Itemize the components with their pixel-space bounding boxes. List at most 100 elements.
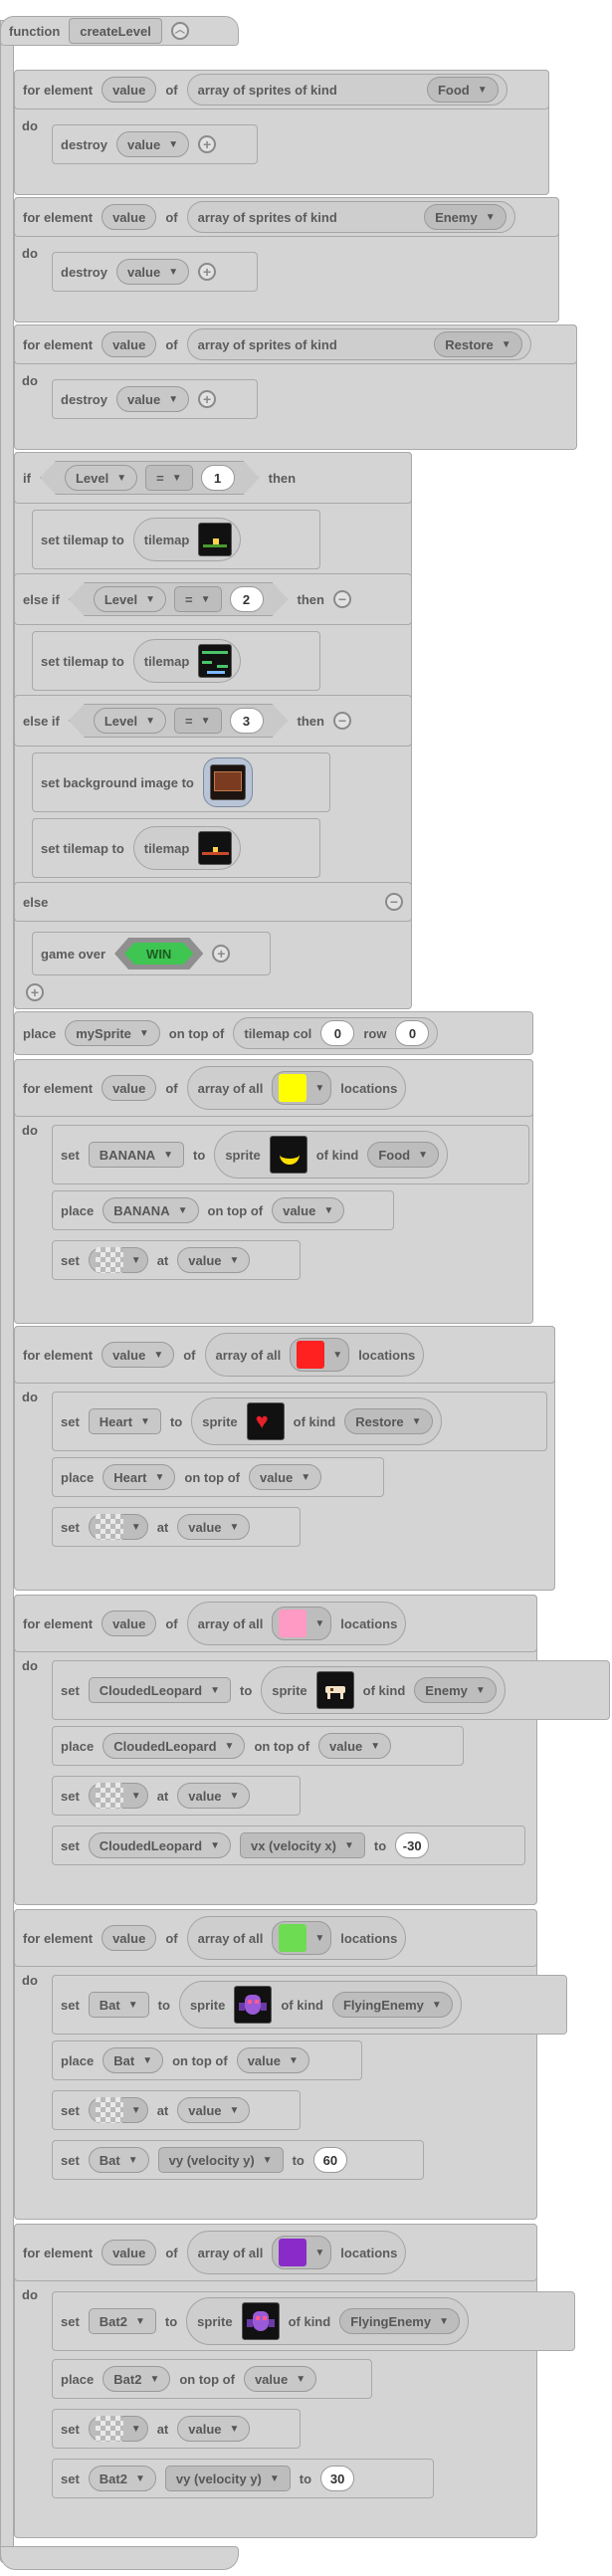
array-of-all-locations-block[interactable]: array of all ▼ locations bbox=[204, 1333, 425, 1377]
set-tilemap-statement[interactable]: set tilemap to tilemap bbox=[32, 510, 320, 569]
array-of-all-locations-block[interactable]: array of all ▼ locations bbox=[186, 1602, 407, 1645]
tile-picker-dropdown[interactable]: ▼ bbox=[88, 1514, 148, 1540]
set-sprite-statement[interactable]: set Heart ▼ to sprite ♥ of kind Restore ▼ bbox=[52, 1392, 547, 1451]
for-element-header[interactable]: for element value of array of all ▼ loca… bbox=[14, 1595, 537, 1652]
value-dropdown[interactable]: value ▼ bbox=[177, 1783, 251, 1809]
value-dropdown[interactable]: value ▼ bbox=[177, 1514, 251, 1540]
for-element-header[interactable]: for element value of array of sprites of… bbox=[14, 197, 559, 237]
kind-dropdown[interactable]: Food ▼ bbox=[367, 1142, 440, 1168]
sprite-variable-dropdown[interactable]: Bat ▼ bbox=[102, 2047, 164, 2073]
array-of-all-locations-block[interactable]: array of all ▼ locations bbox=[186, 1066, 407, 1110]
image-block[interactable] bbox=[202, 757, 253, 807]
set-sprite-statement[interactable]: set Bat ▼ to sprite of kind FlyingEnemy ▼ bbox=[52, 1975, 567, 2035]
value-dropdown[interactable]: value ▼ bbox=[115, 259, 190, 285]
tile-picker-dropdown[interactable]: ▼ bbox=[272, 2236, 332, 2269]
for-element-header[interactable]: for element value ▼ of array of all ▼ loc… bbox=[14, 1326, 555, 1384]
create-sprite-block[interactable]: sprite ♥ of kind Restore ▼ bbox=[191, 1397, 442, 1445]
bat-icon[interactable] bbox=[234, 1986, 273, 2024]
loop-variable-dropdown[interactable]: value bbox=[102, 331, 157, 357]
loop-variable-dropdown[interactable]: value bbox=[102, 1925, 157, 1951]
value-dropdown[interactable]: value ▼ bbox=[177, 2097, 251, 2123]
sprite-variable-dropdown[interactable]: Bat2 ▼ bbox=[88, 2308, 156, 2334]
plus-icon[interactable]: + bbox=[198, 135, 217, 153]
sprite-variable-dropdown[interactable]: mySprite ▼ bbox=[65, 1020, 160, 1046]
sprite-variable-dropdown[interactable]: BANANA ▼ bbox=[102, 1197, 199, 1223]
place-sprite-on-tilemap-statement[interactable]: place mySprite ▼ on top of tilemap col 0 … bbox=[14, 1011, 533, 1055]
sprite-variable-dropdown[interactable]: Heart ▼ bbox=[88, 1408, 161, 1434]
else-if-header[interactable]: else if Level ▼ = ▼ 3 then − bbox=[14, 695, 412, 747]
set-tile-statement[interactable]: set ▼ at value ▼ bbox=[52, 2090, 301, 2130]
tile-picker-dropdown[interactable]: ▼ bbox=[88, 2416, 148, 2442]
tile-picker-dropdown[interactable]: ▼ bbox=[88, 2097, 148, 2123]
operator-dropdown[interactable]: = ▼ bbox=[145, 465, 193, 491]
game-over-statement[interactable]: game over WIN + bbox=[32, 932, 271, 975]
tilemap-block[interactable]: tilemap bbox=[132, 518, 242, 561]
background-image-thumbnail-icon[interactable] bbox=[209, 764, 246, 800]
sprite-variable-dropdown[interactable]: Heart ▼ bbox=[102, 1464, 176, 1490]
place-on-top-statement[interactable]: place BANANA ▼ on top of value ▼ bbox=[52, 1190, 394, 1230]
tilemap-block[interactable]: tilemap bbox=[132, 639, 242, 683]
value-dropdown[interactable]: value ▼ bbox=[177, 2416, 251, 2442]
comparison-block[interactable]: Level ▼ = ▼ 2 bbox=[69, 582, 289, 616]
comparison-block[interactable]: Level ▼ = ▼ 1 bbox=[40, 461, 260, 495]
number-input[interactable]: 30 bbox=[320, 2466, 355, 2491]
property-dropdown[interactable]: vy (velocity y) ▼ bbox=[157, 2147, 284, 2173]
array-of-all-locations-block[interactable]: array of all ▼ locations bbox=[186, 2231, 407, 2274]
function-name-field[interactable]: createLevel bbox=[69, 18, 162, 44]
loop-variable-dropdown[interactable]: value bbox=[102, 77, 157, 103]
value-dropdown[interactable]: value ▼ bbox=[243, 2366, 317, 2392]
row-number-input[interactable]: 0 bbox=[395, 1020, 430, 1046]
destroy-statement[interactable]: destroy value ▼ + bbox=[52, 379, 258, 419]
function-header[interactable]: function createLevel ︿ bbox=[0, 16, 239, 46]
tile-picker-dropdown[interactable]: ▼ bbox=[290, 1338, 350, 1372]
minus-icon[interactable]: − bbox=[332, 712, 351, 730]
heart-icon[interactable]: ♥ bbox=[246, 1402, 285, 1440]
set-sprite-property-statement[interactable]: set Bat ▼ vy (velocity y) ▼ to 60 bbox=[52, 2140, 424, 2180]
for-element-header[interactable]: for element value of array of all ▼ loca… bbox=[14, 2224, 537, 2281]
destroy-statement[interactable]: destroy value ▼ + bbox=[52, 124, 258, 164]
value-dropdown[interactable]: value ▼ bbox=[177, 1247, 251, 1273]
sprite-variable-dropdown[interactable]: CloudedLeopard ▼ bbox=[88, 1677, 231, 1703]
plus-icon[interactable]: + bbox=[212, 945, 231, 963]
value-dropdown[interactable]: value ▼ bbox=[115, 131, 190, 157]
leopard-icon[interactable] bbox=[315, 1671, 354, 1709]
sprite-variable-dropdown[interactable]: Bat ▼ bbox=[88, 1992, 149, 2018]
kind-dropdown[interactable]: Restore ▼ bbox=[434, 331, 522, 357]
set-sprite-statement[interactable]: set Bat2 ▼ to sprite of kind FlyingEnemy ▼ bbox=[52, 2291, 575, 2351]
level-variable-dropdown[interactable]: Level ▼ bbox=[94, 708, 166, 734]
sprite-variable-dropdown[interactable]: Bat2 ▼ bbox=[88, 2466, 156, 2491]
else-if-header[interactable]: else if Level ▼ = ▼ 2 then − bbox=[14, 573, 412, 625]
value-dropdown[interactable]: value ▼ bbox=[115, 386, 190, 412]
set-tilemap-statement[interactable]: set tilemap to tilemap bbox=[32, 631, 320, 691]
kind-dropdown[interactable]: Restore ▼ bbox=[344, 1408, 433, 1434]
tile-picker-dropdown[interactable]: ▼ bbox=[272, 1607, 332, 1640]
sprite-variable-dropdown[interactable]: Bat ▼ bbox=[88, 2147, 149, 2173]
comparison-block[interactable]: Level ▼ = ▼ 3 bbox=[69, 704, 289, 738]
level-variable-dropdown[interactable]: Level ▼ bbox=[65, 465, 137, 491]
kind-dropdown[interactable]: FlyingEnemy ▼ bbox=[331, 1992, 453, 2018]
value-dropdown[interactable]: value ▼ bbox=[236, 2047, 309, 2073]
array-of-sprites-block[interactable]: array of sprites of kind Restore ▼ bbox=[186, 328, 531, 360]
number-input[interactable]: 60 bbox=[312, 2147, 347, 2173]
number-input[interactable]: -30 bbox=[395, 1832, 430, 1858]
for-element-header[interactable]: for element value of array of all ▼ loca… bbox=[14, 1059, 533, 1117]
for-element-header[interactable]: for element value of array of all ▼ loca… bbox=[14, 1909, 537, 1967]
property-dropdown[interactable]: vy (velocity y) ▼ bbox=[164, 2466, 291, 2491]
value-dropdown[interactable]: value ▼ bbox=[272, 1197, 345, 1223]
banana-icon[interactable] bbox=[269, 1136, 307, 1174]
number-input[interactable]: 2 bbox=[230, 586, 264, 612]
bat-icon[interactable] bbox=[241, 2302, 280, 2340]
number-input[interactable]: 1 bbox=[201, 465, 235, 491]
else-header[interactable]: else − bbox=[14, 882, 412, 922]
tile-picker-dropdown[interactable]: ▼ bbox=[272, 1921, 332, 1955]
tilemap-col-row-block[interactable]: tilemap col 0 row 0 bbox=[233, 1017, 439, 1049]
sprite-variable-dropdown[interactable]: CloudedLeopard ▼ bbox=[88, 1832, 231, 1858]
tilemap-thumbnail-icon[interactable] bbox=[198, 831, 233, 865]
property-dropdown[interactable]: vx (velocity x) ▼ bbox=[239, 1832, 365, 1858]
kind-dropdown[interactable]: Food ▼ bbox=[426, 77, 499, 103]
set-tile-statement[interactable]: set ▼ at value ▼ bbox=[52, 1776, 301, 1816]
if-header[interactable]: if Level ▼ = ▼ 1 then bbox=[14, 452, 412, 504]
set-tile-statement[interactable]: set ▼ at value ▼ bbox=[52, 1240, 301, 1280]
kind-dropdown[interactable]: FlyingEnemy ▼ bbox=[339, 2308, 461, 2334]
tilemap-thumbnail-icon[interactable] bbox=[198, 644, 233, 678]
